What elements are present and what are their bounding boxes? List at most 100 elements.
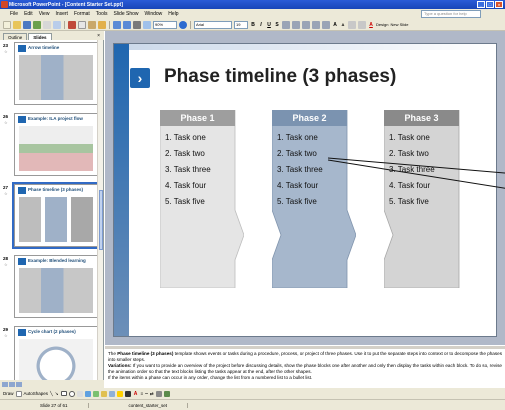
task-list[interactable]: 1. Task one 2. Task two 3. Task three 4.…	[277, 130, 323, 210]
align-right-icon[interactable]	[302, 20, 310, 29]
open-icon[interactable]	[13, 20, 21, 29]
picture-icon[interactable]	[108, 390, 115, 397]
font-color-draw-icon[interactable]: A	[133, 391, 139, 397]
slide-thumbnail[interactable]: Example: ILA project flow	[14, 113, 98, 176]
help-search-input[interactable]: Type a question for help	[421, 10, 481, 18]
task-item[interactable]: 1. Task one	[277, 130, 323, 146]
task-item[interactable]: 1. Task one	[165, 130, 211, 146]
slide-sorter-icon[interactable]	[9, 381, 15, 387]
increase-indent-icon[interactable]	[358, 20, 366, 29]
phase-header[interactable]: Phase 3	[384, 110, 459, 126]
slide-title[interactable]: Phase timeline (3 phases)	[164, 66, 396, 88]
cut-icon[interactable]	[68, 20, 76, 29]
phase-header[interactable]: Phase 2	[272, 110, 347, 126]
close-pane-icon[interactable]: ×	[97, 33, 100, 40]
tab-slides[interactable]: Slides	[28, 33, 52, 40]
wordart-icon[interactable]	[84, 390, 91, 397]
help-icon[interactable]	[179, 20, 187, 29]
arrow-icon[interactable]: ↘	[55, 391, 59, 397]
format-painter-icon[interactable]	[98, 20, 106, 29]
phase-block-2[interactable]: Phase 2 1. Task one 2. Task two 3. Task …	[272, 110, 356, 288]
menu-window[interactable]: Window	[145, 11, 163, 17]
task-item[interactable]: 5. Task five	[389, 194, 435, 210]
new-slide-button[interactable]: New Slide	[390, 22, 408, 27]
tab-outline[interactable]: Outline	[3, 33, 28, 40]
print-icon[interactable]	[43, 20, 51, 29]
minimize-button[interactable]: _	[477, 1, 485, 8]
slide-thumbnail[interactable]: Arrow timeline	[14, 42, 98, 105]
task-item[interactable]: 4. Task four	[165, 178, 211, 194]
rectangle-icon[interactable]	[60, 391, 67, 396]
bold-icon[interactable]: B	[250, 22, 256, 28]
underline-icon[interactable]: U	[266, 22, 272, 28]
task-item[interactable]: 4. Task four	[277, 178, 323, 194]
phase-block-3[interactable]: Phase 3 1. Task one 2. Task two 3. Task …	[384, 110, 468, 288]
task-item[interactable]: 2. Task two	[165, 146, 211, 162]
zoom-select[interactable]: 90%	[153, 20, 177, 29]
menu-insert[interactable]: Insert	[55, 11, 68, 17]
redo-icon[interactable]	[123, 20, 131, 29]
permission-icon[interactable]	[33, 20, 41, 29]
notes-pane[interactable]: The Phase timeline (3 phases) template s…	[105, 346, 505, 382]
shadow-style-icon[interactable]	[155, 390, 162, 397]
close-button[interactable]: ×	[495, 1, 503, 8]
task-item[interactable]: 3. Task three	[165, 162, 211, 178]
font-size-select[interactable]: 19	[234, 20, 248, 29]
bullets-icon[interactable]	[322, 20, 330, 29]
normal-view-icon[interactable]	[2, 381, 8, 387]
align-center-icon[interactable]	[292, 20, 300, 29]
design-button[interactable]: Design	[376, 22, 388, 27]
slide-thumbnail[interactable]: Example: Blended learning	[14, 255, 98, 318]
paste-icon[interactable]	[88, 20, 96, 29]
save-icon[interactable]	[23, 20, 31, 29]
menu-file[interactable]: File	[10, 11, 18, 17]
shadow-icon[interactable]: S	[274, 22, 280, 28]
task-list[interactable]: 1. Task one 2. Task two 3. Task three 4.…	[165, 130, 211, 210]
task-item[interactable]: 5. Task five	[165, 194, 211, 210]
increase-font-icon[interactable]: A	[332, 22, 338, 28]
slide-thumbnail-selected[interactable]: Phase timeline (3 phases)	[12, 182, 100, 249]
diagram-icon[interactable]	[92, 390, 99, 397]
copy-icon[interactable]	[78, 20, 86, 29]
menu-slide-show[interactable]: Slide Show	[113, 11, 138, 17]
fill-color-icon[interactable]	[116, 390, 123, 397]
maximize-button[interactable]: □	[486, 1, 494, 8]
clip-art-icon[interactable]	[100, 390, 107, 397]
current-slide[interactable]: › Phase timeline (3 phases) Phase 1 1. T…	[113, 43, 505, 337]
line-color-icon[interactable]	[124, 390, 131, 397]
italic-icon[interactable]: I	[258, 22, 264, 28]
scrollbar-thumb[interactable]	[99, 190, 103, 250]
menu-help[interactable]: Help	[168, 11, 178, 17]
oval-icon[interactable]	[68, 390, 75, 397]
slide-show-icon[interactable]	[16, 381, 22, 387]
task-item[interactable]: 1. Task one	[389, 130, 435, 146]
autoshapes-menu-button[interactable]: AutoShapes	[24, 391, 49, 396]
insert-table-icon[interactable]	[143, 20, 151, 29]
decrease-font-icon[interactable]: A	[340, 22, 346, 27]
dash-style-icon[interactable]: ┅	[145, 391, 148, 397]
task-item[interactable]: 5. Task five	[277, 194, 323, 210]
font-select[interactable]: Arial	[194, 20, 232, 29]
draw-menu-button[interactable]: Draw	[3, 391, 14, 396]
line-icon[interactable]: ╲	[50, 391, 53, 397]
textbox-icon[interactable]	[76, 390, 83, 397]
task-item[interactable]: 2. Task two	[277, 146, 323, 162]
line-style-icon[interactable]: ≡	[141, 391, 144, 396]
menu-tools[interactable]: Tools	[96, 11, 108, 17]
numbering-icon[interactable]	[312, 20, 320, 29]
insert-chart-icon[interactable]	[133, 20, 141, 29]
align-left-icon[interactable]	[282, 20, 290, 29]
print-preview-icon[interactable]	[53, 20, 61, 29]
slides-pane-scrollbar[interactable]	[97, 40, 103, 380]
select-objects-icon[interactable]	[15, 390, 22, 397]
decrease-indent-icon[interactable]	[348, 20, 356, 29]
3d-style-icon[interactable]	[163, 390, 170, 397]
undo-icon[interactable]	[113, 20, 121, 29]
menu-format[interactable]: Format	[74, 11, 90, 17]
menu-view[interactable]: View	[39, 11, 50, 17]
font-color-icon[interactable]: A	[368, 22, 374, 28]
task-item[interactable]: 3. Task three	[277, 162, 323, 178]
phase-block-1[interactable]: Phase 1 1. Task one 2. Task two 3. Task …	[160, 110, 244, 288]
arrow-style-icon[interactable]: ⇄	[150, 391, 154, 397]
new-icon[interactable]	[3, 20, 11, 29]
